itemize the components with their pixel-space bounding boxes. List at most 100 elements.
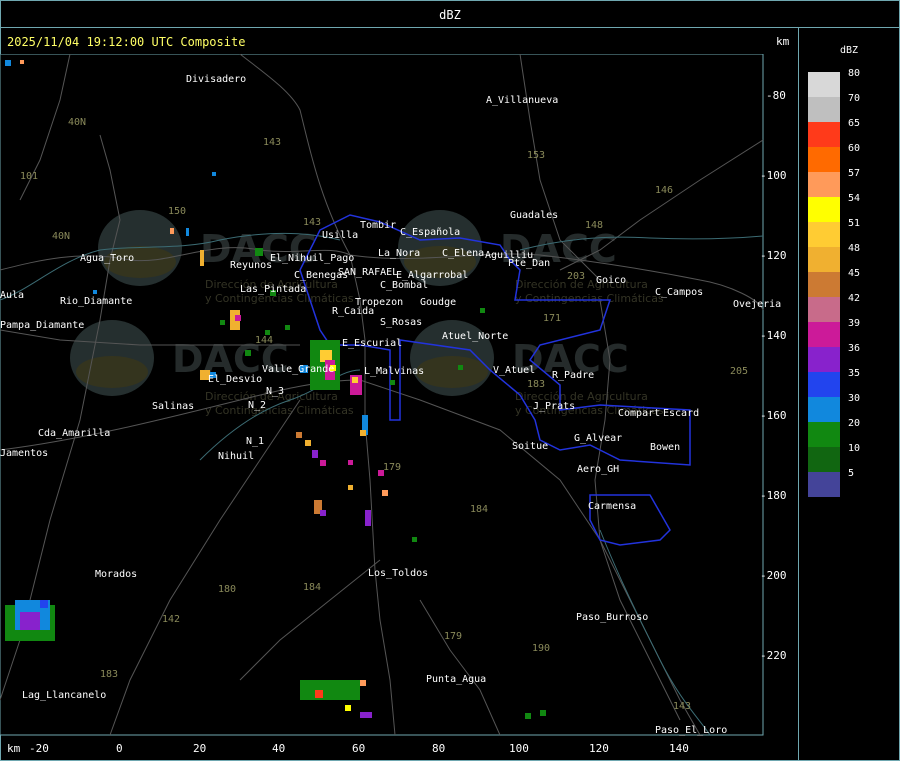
x-tick-label: 120 bbox=[589, 742, 609, 755]
place-label: Agua_Toro bbox=[80, 253, 134, 264]
place-label: Reyunos bbox=[230, 260, 272, 271]
place-label: El_Nihuil_Pago bbox=[270, 253, 354, 264]
place-label: Punta_Agua bbox=[426, 674, 486, 685]
route-label: 184 bbox=[303, 582, 321, 593]
legend-swatch bbox=[808, 222, 840, 247]
legend-value: 57 bbox=[848, 168, 861, 179]
place-label: C_Elena bbox=[442, 248, 484, 259]
legend-value: 39 bbox=[848, 318, 861, 329]
place-label: R_Caida bbox=[332, 306, 374, 317]
place-label: Tombir bbox=[360, 220, 396, 231]
place-label: N_2 bbox=[248, 400, 266, 411]
legend-swatch bbox=[808, 122, 840, 147]
legend-swatch bbox=[808, 447, 840, 472]
legend-value: 70 bbox=[848, 93, 861, 104]
title-bar: dBZ bbox=[0, 0, 900, 28]
place-label: V_Atuel bbox=[493, 365, 535, 376]
y-axis: -80 -100 -120 -140 -160 -180 -200 -220 bbox=[760, 89, 787, 662]
route-label: 184 bbox=[470, 504, 488, 515]
route-label: 153 bbox=[527, 150, 545, 161]
route-label: 146 bbox=[655, 185, 673, 196]
place-label: C_Bombal bbox=[380, 280, 428, 291]
legend-swatch bbox=[808, 422, 840, 447]
y-tick-label: -220 bbox=[760, 649, 787, 662]
place-label: C_Campos bbox=[655, 287, 703, 298]
window-title: dBZ bbox=[439, 8, 461, 22]
y-tick-label: -140 bbox=[760, 329, 787, 342]
place-label: Goudge bbox=[420, 297, 456, 308]
place-label: Salinas bbox=[152, 401, 194, 412]
route-label: 143 bbox=[673, 701, 691, 712]
watermark-line: y Contingencias Climáticas bbox=[205, 404, 354, 417]
x-tick-label: 20 bbox=[193, 742, 206, 755]
route-label: 180 bbox=[218, 584, 236, 595]
legend-value: 65 bbox=[848, 118, 861, 129]
place-label: Nihuil bbox=[218, 451, 254, 462]
place-label: La_Nora bbox=[378, 248, 420, 259]
route-label: 144 bbox=[255, 335, 273, 346]
legend-value: 51 bbox=[848, 218, 861, 229]
x-tick-label: 100 bbox=[509, 742, 529, 755]
place-label: N_1 bbox=[246, 436, 264, 447]
x-axis: km -20 0 20 40 60 80 100 120 140 bbox=[7, 742, 689, 755]
place-label: Lag_Llancanelo bbox=[22, 690, 106, 701]
legend-value: 42 bbox=[848, 293, 861, 304]
place-label: Valle_Grande bbox=[262, 364, 334, 375]
place-label: Guadales bbox=[510, 210, 558, 221]
route-label: 40N bbox=[52, 231, 70, 242]
x-tick-label: 80 bbox=[432, 742, 445, 755]
place-label: SAN_RAFAEL bbox=[338, 267, 398, 278]
radar-map[interactable]: DACC DACC DACC DACC Dirección de Agricul… bbox=[0, 54, 799, 760]
legend-swatch bbox=[808, 97, 840, 122]
place-label: N_3 bbox=[266, 386, 284, 397]
place-label: Cda_Amarilla bbox=[38, 428, 110, 439]
x-tick-label: 0 bbox=[116, 742, 123, 755]
route-label: 183 bbox=[100, 669, 118, 680]
legend-value: 80 bbox=[848, 68, 861, 79]
route-label: 148 bbox=[585, 220, 603, 231]
place-label: Usilla bbox=[322, 230, 358, 241]
route-label: 171 bbox=[543, 313, 561, 324]
legend-swatch bbox=[808, 147, 840, 172]
route-label: 143 bbox=[303, 217, 321, 228]
legend-value: 20 bbox=[848, 418, 861, 429]
place-label: Soitue bbox=[512, 441, 548, 452]
x-tick-label: -20 bbox=[29, 742, 49, 755]
color-legend bbox=[808, 72, 842, 497]
y-tick-label: -160 bbox=[760, 409, 787, 422]
route-label: 190 bbox=[532, 643, 550, 654]
place-label: E_Algarrobal bbox=[396, 270, 468, 281]
route-label: 203 bbox=[567, 271, 585, 282]
place-label: Pampa_Diamante bbox=[0, 320, 84, 331]
place-label: E_Escurial bbox=[342, 338, 402, 349]
legend-swatch bbox=[808, 197, 840, 222]
route-label: 143 bbox=[263, 137, 281, 148]
place-label: Los_Toldos bbox=[368, 568, 428, 579]
legend-swatch bbox=[808, 247, 840, 272]
place-label: Carmensa bbox=[588, 501, 636, 512]
place-label: Bowen bbox=[650, 442, 680, 453]
y-tick-label: -200 bbox=[760, 569, 787, 582]
place-label: Paso_El_Loro bbox=[655, 725, 727, 736]
place-label: Ovejeria bbox=[733, 299, 781, 310]
place-label: Escard bbox=[663, 408, 699, 419]
place-label: Divisadero bbox=[186, 74, 246, 85]
place-label: Aero_GH bbox=[577, 464, 619, 475]
legend-value: 60 bbox=[848, 143, 861, 154]
legend-swatch bbox=[808, 297, 840, 322]
km-unit-top: km bbox=[776, 35, 790, 48]
y-tick-label: -180 bbox=[760, 489, 787, 502]
legend-value: 10 bbox=[848, 443, 861, 454]
place-label: L_Malvinas bbox=[364, 366, 424, 377]
legend-value: 45 bbox=[848, 268, 861, 279]
legend-value: 30 bbox=[848, 393, 861, 404]
place-label: Paso_Burroso bbox=[576, 612, 648, 623]
place-label: J_Prats bbox=[533, 401, 575, 412]
km-unit-bottom: km bbox=[7, 742, 21, 755]
y-tick-label: -80 bbox=[766, 89, 786, 102]
place-label: Las_Pintada bbox=[240, 284, 306, 295]
place-label: R_Padre bbox=[552, 370, 594, 381]
place-label: Aula bbox=[0, 290, 24, 301]
route-label: 142 bbox=[162, 614, 180, 625]
y-tick-label: -120 bbox=[760, 249, 787, 262]
